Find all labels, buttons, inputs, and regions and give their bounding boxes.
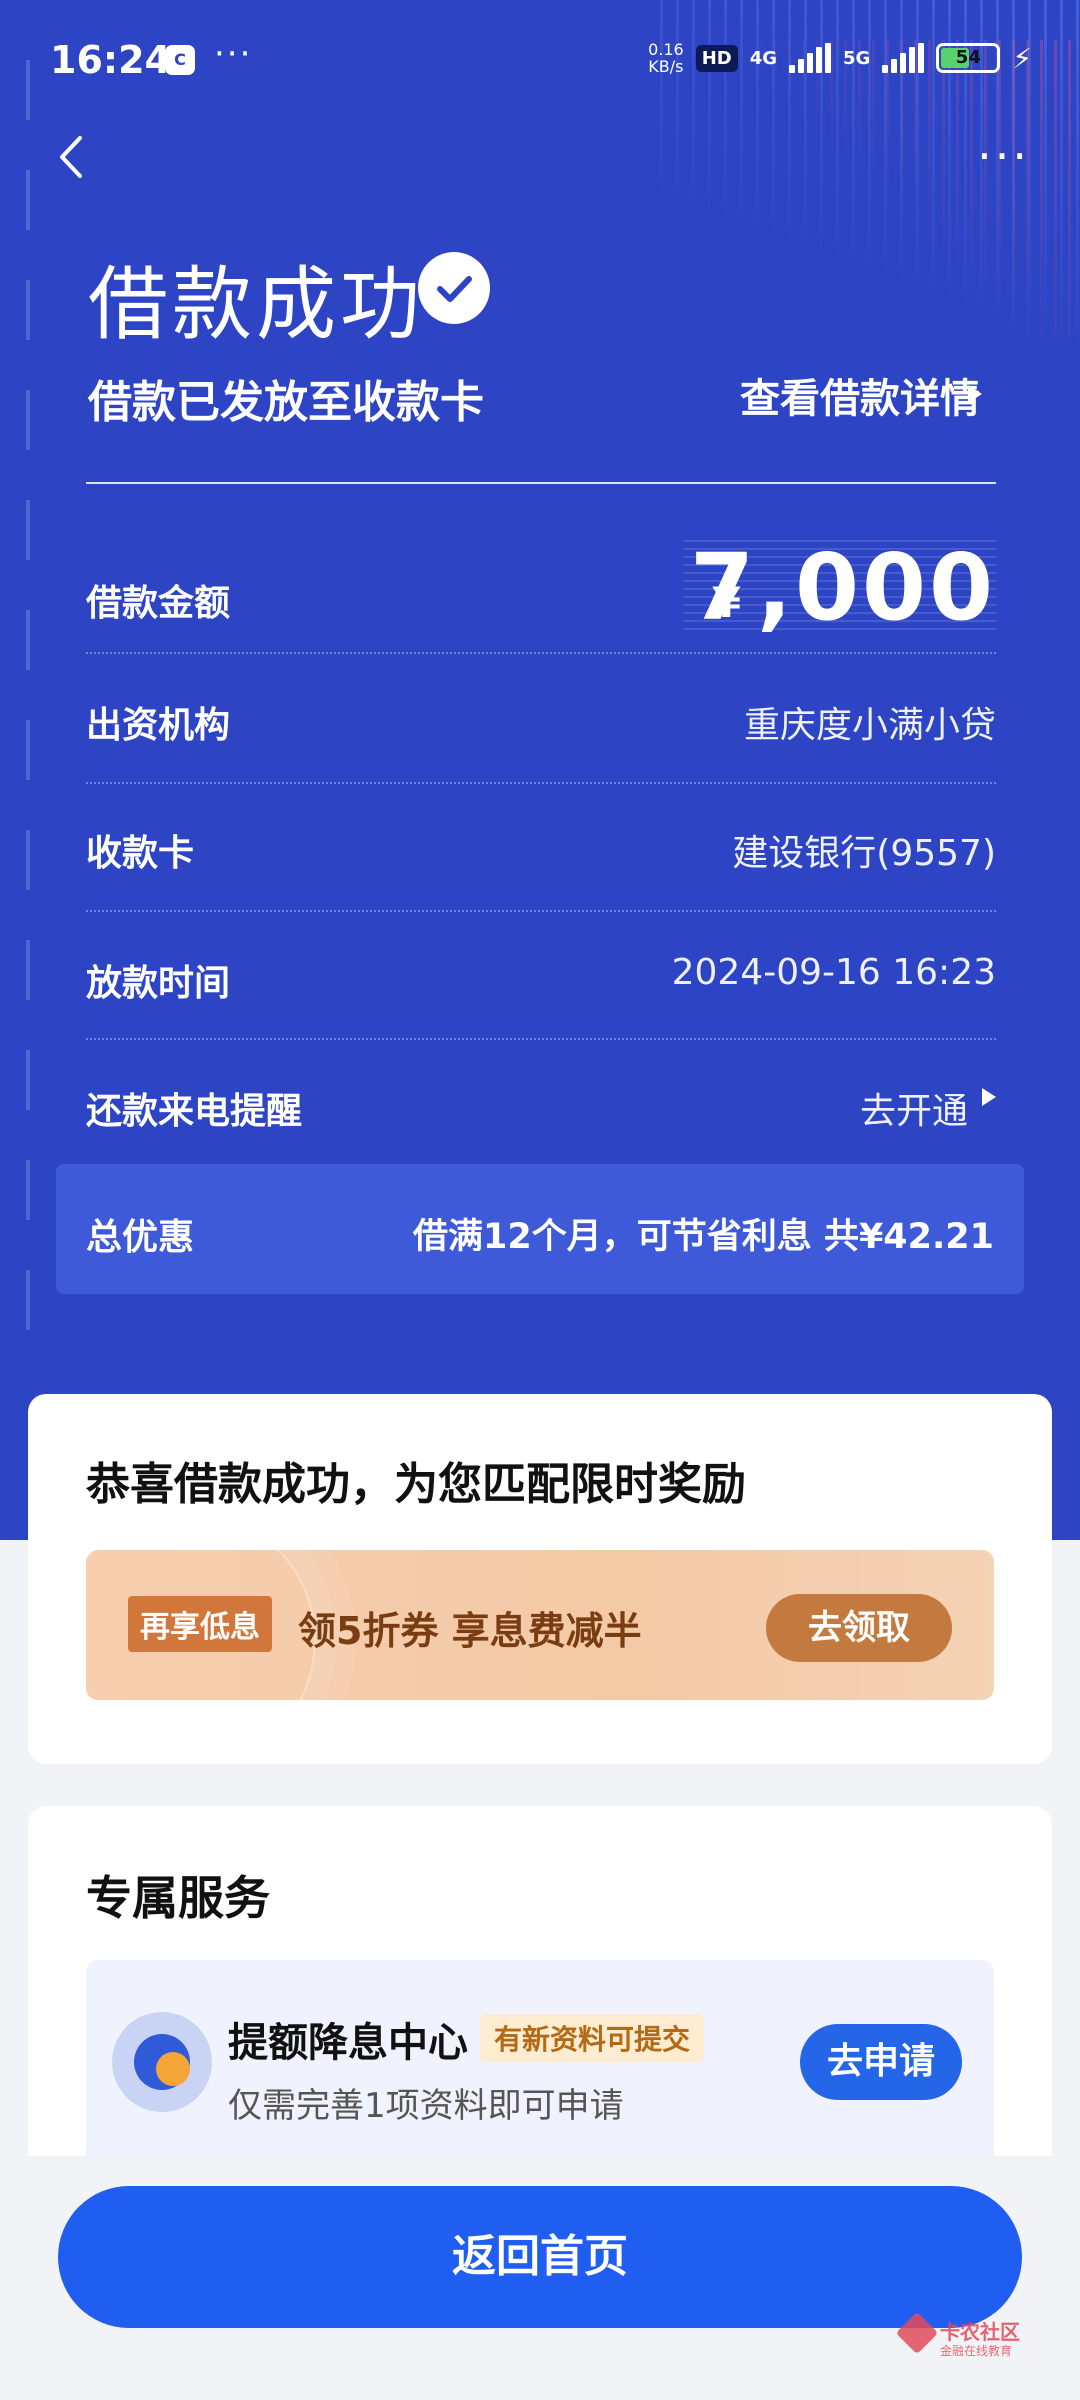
- watermark-text: 卡农社区: [940, 2320, 1020, 2344]
- loan-amount-value: 7,000: [689, 534, 996, 641]
- reward-card: 恭喜借款成功，为您匹配限时奖励 再享低息 领5折券 享息费减半 去领取: [28, 1394, 1052, 1764]
- disbursement-time-row: 放款时间 2024-09-16 16:23: [86, 912, 996, 1040]
- credit-center-icon: [112, 2012, 212, 2112]
- service-title: 提额降息中心: [228, 2020, 468, 2066]
- new-materials-badge: 有新资料可提交: [480, 2014, 705, 2062]
- app-notification-icon: C: [165, 45, 195, 75]
- lender-row: 出资机构 重庆度小满小贷: [86, 656, 996, 784]
- detail-arrow-icon: [968, 385, 982, 403]
- coupon-banner[interactable]: 再享低息 领5折券 享息费减半 去领取: [86, 1550, 994, 1700]
- reminder-arrow-icon: [982, 1088, 996, 1106]
- receiving-card-row: 收款卡 建设银行(9557): [86, 784, 996, 912]
- side-watermark: [26, 60, 30, 1340]
- page-subtitle: 借款已发放至收款卡: [88, 377, 484, 428]
- signal-4g-icon: [789, 43, 832, 73]
- watermark-subtext: 金融在线教育: [940, 2344, 1013, 2358]
- exclusive-service-card: 专属服务 提额降息中心 有新资料可提交 仅需完善1项资料即可申请 去申请: [28, 1806, 1052, 2206]
- receiving-card-label: 收款卡: [86, 833, 195, 874]
- lender-label: 出资机构: [86, 705, 231, 746]
- repayment-reminder-action[interactable]: 去开通: [860, 1082, 968, 1134]
- coupon-text: 领5折券 享息费减半: [298, 1609, 642, 1653]
- total-discount-value: 借满12个月，可节省利息 共¥42.21: [413, 1217, 994, 1257]
- view-loan-details-link[interactable]: 查看借款详情: [740, 366, 980, 424]
- status-indicators: 0.16 KB/s HD 4G 5G 54 ⚡: [648, 38, 1032, 78]
- page-title: 借款成功: [88, 258, 424, 351]
- chevron-left-icon: [60, 136, 82, 178]
- network-speed-unit: KB/s: [648, 57, 684, 76]
- charging-icon: ⚡: [1012, 41, 1032, 75]
- battery-level: 54: [955, 47, 981, 68]
- exclusive-service-heading: 专属服务: [86, 1871, 270, 1925]
- network-5g-label: 5G: [843, 47, 871, 69]
- receiving-card-value: 建设银行(9557): [732, 833, 996, 874]
- total-discount-label: 总优惠: [86, 1217, 195, 1258]
- network-speed: 0.16 KB/s: [648, 41, 684, 75]
- service-subtitle: 仅需完善1项资料即可申请: [228, 2086, 624, 2126]
- apply-button[interactable]: 去申请: [800, 2024, 962, 2100]
- repayment-reminder-row[interactable]: 还款来电提醒 去开通: [86, 1040, 996, 1168]
- return-home-button[interactable]: 返回首页: [58, 2186, 1022, 2328]
- signal-5g-icon: [882, 43, 925, 73]
- lender-value: 重庆度小满小贷: [743, 705, 996, 746]
- reward-card-heading: 恭喜借款成功，为您匹配限时奖励: [86, 1459, 746, 1510]
- loan-amount-box: ¥ 7,000: [684, 534, 996, 641]
- low-interest-tag: 再享低息: [128, 1596, 272, 1652]
- status-bar: 16:24 C ··· 0.16 KB/s HD 4G 5G 54 ⚡: [0, 0, 1080, 120]
- battery-icon: 54: [936, 43, 1001, 73]
- status-time: 16:24: [50, 38, 171, 82]
- disbursement-time-label: 放款时间: [86, 963, 231, 1004]
- network-speed-value: 0.16: [648, 40, 684, 59]
- repayment-reminder-label: 还款来电提醒: [86, 1091, 303, 1132]
- more-menu-button[interactable]: ···: [977, 133, 1030, 179]
- divider: [86, 482, 996, 484]
- claim-coupon-button[interactable]: 去领取: [766, 1594, 952, 1662]
- success-check-icon: [418, 252, 490, 324]
- hd-icon: HD: [695, 44, 738, 72]
- status-more-icon: ···: [214, 34, 253, 74]
- total-discount-bar: 总优惠 借满12个月，可节省利息 共¥42.21: [56, 1164, 1024, 1294]
- loan-amount-row: 借款金额 ¥ 7,000: [86, 534, 996, 654]
- network-4g-label: 4G: [749, 47, 778, 69]
- disbursement-time-value: 2024-09-16 16:23: [671, 952, 996, 993]
- loan-amount-label: 借款金额: [86, 583, 231, 624]
- back-button[interactable]: [52, 132, 92, 182]
